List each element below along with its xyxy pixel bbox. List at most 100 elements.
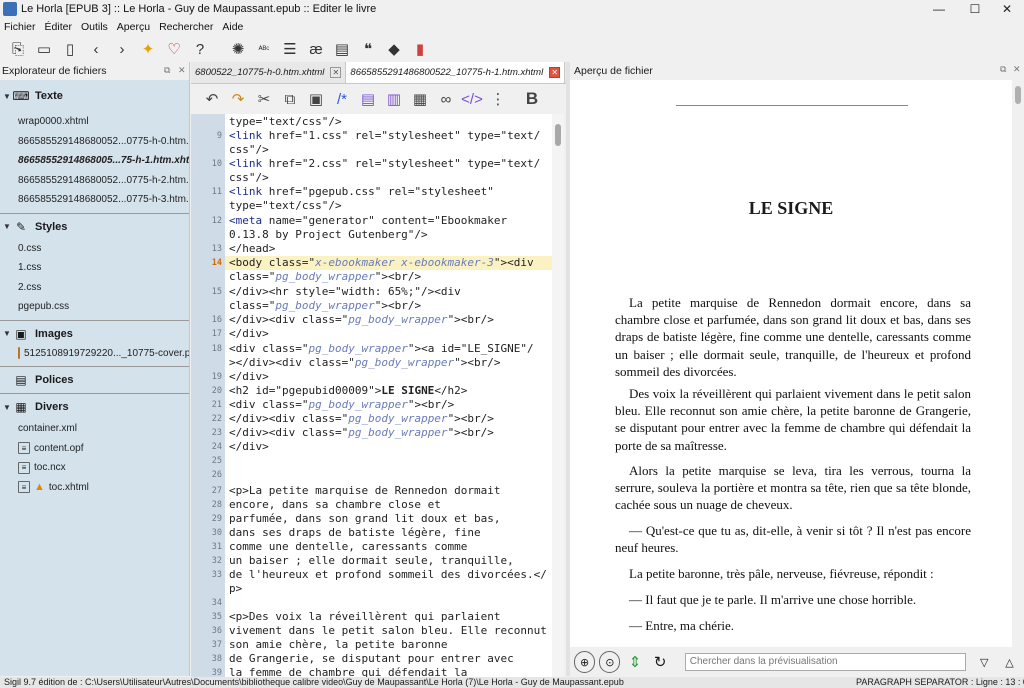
help-icon[interactable]: ? (190, 39, 210, 59)
collapse-icon: ▼ (3, 222, 11, 231)
line-number: 32 (211, 556, 222, 566)
refresh-icon[interactable]: ↻ (650, 651, 671, 673)
menu-editer[interactable]: Éditer (45, 21, 72, 33)
file-item[interactable]: 866585529148680052...0775-h-2.htm.xhtml (0, 171, 189, 191)
code-line: parfumée, dans son grand lit doux et bas… (229, 512, 501, 525)
find-next-icon[interactable]: ▽ (974, 651, 995, 673)
code-line: ></div><div class="pg_body_wrapper"><br/… (229, 356, 501, 369)
code-line: de l'heureux et profond sommeil des divo… (229, 568, 547, 581)
preview-scrollbar[interactable] (1012, 80, 1024, 647)
file-item[interactable]: ≡ toc.ncx (0, 458, 189, 478)
bug-icon[interactable]: ✺ (228, 39, 248, 59)
category-texte[interactable]: ▼ ⌨ Texte (0, 86, 189, 106)
close-panel-icon[interactable]: ✕ (178, 65, 188, 75)
insert-image-icon[interactable]: ▦ (409, 88, 431, 110)
eraser-icon[interactable]: ◆ (384, 39, 404, 59)
file-item[interactable]: pgepub.css (0, 297, 189, 317)
file-item[interactable]: 2.css (0, 278, 189, 298)
file-item[interactable]: ≡ ▲ toc.xhtml (0, 478, 189, 498)
preview-scrollbar-thumb[interactable] (1015, 86, 1021, 104)
open-book-icon[interactable]: ▭ (34, 39, 54, 59)
code-icon[interactable]: </> (461, 88, 483, 110)
doc-icon[interactable]: ▤ (357, 88, 379, 110)
book-icon[interactable]: ▤ (332, 39, 352, 59)
close-tab-icon[interactable]: ✕ (330, 67, 342, 78)
file-item[interactable]: 0.css (0, 239, 189, 259)
more-icon[interactable]: ⋮ (487, 88, 509, 110)
menu-fichier[interactable]: Fichier (4, 21, 36, 33)
line-number: 23 (211, 428, 222, 438)
maximize-button[interactable]: ☐ (958, 0, 992, 18)
preview-paragraph: Des voix la réveillèrent qui parlaient v… (615, 386, 971, 453)
close-window-button[interactable]: ✕ (990, 0, 1024, 18)
line-number: 33 (211, 570, 222, 580)
line-number: 36 (211, 626, 222, 636)
category-divers[interactable]: ▼ ▦ Divers (0, 397, 189, 417)
editor-tab-bar: 6800522_10775-h-0.htm.xhtml ✕ 8665855291… (191, 62, 566, 84)
code-line: <link href="1.css" rel="stylesheet" type… (229, 129, 541, 142)
line-number: 11 (211, 187, 222, 197)
main-toolbar: ⎘ ▭ ▯ ‹ › ✦ ♡ ? ✺ ᴬᴮᶜ ☰ æ ▤ ❝ ◆ ▮ (0, 36, 1024, 62)
file-item[interactable]: 1.css (0, 258, 189, 278)
line-number: 12 (211, 216, 222, 226)
forward-icon[interactable]: › (112, 39, 132, 59)
horizontal-rule (676, 105, 908, 106)
category-images[interactable]: ▼ ▣ Images (0, 324, 189, 344)
paste-icon[interactable]: ▣ (305, 88, 327, 110)
close-tab-icon[interactable]: ✕ (549, 67, 561, 78)
file-item[interactable]: container.xml (0, 419, 189, 439)
regex-icon[interactable]: /* (331, 88, 353, 110)
code-line: p> (229, 582, 243, 595)
window-title: Le Horla [EPUB 3] :: Le Horla - Guy de M… (21, 3, 377, 15)
close-panel-icon[interactable]: ✕ (1013, 64, 1021, 75)
file-item[interactable]: 5125108919729220..._10775-cover.png (0, 344, 189, 364)
editor-scrollbar-thumb[interactable] (555, 124, 561, 146)
menu-outils[interactable]: Outils (81, 21, 108, 33)
undo-icon[interactable]: ↶ (201, 88, 223, 110)
bold-icon[interactable]: B (521, 88, 543, 110)
inspect-icon[interactable]: ⊙ (599, 651, 621, 673)
tab-h0[interactable]: 6800522_10775-h-0.htm.xhtml ✕ (191, 62, 347, 83)
minimize-button[interactable]: — (922, 0, 956, 18)
file-item-active[interactable]: 86658552914868005...75-h-1.htm.xhtml (0, 151, 189, 171)
stats-icon[interactable]: ▮ (410, 39, 430, 59)
quote-icon[interactable]: ❝ (358, 39, 378, 59)
menu-aide[interactable]: Aide (222, 21, 243, 33)
code-editor[interactable]: type="text/css"/> <link href="1.css" rel… (225, 114, 552, 677)
redo-icon[interactable]: ↷ (227, 88, 249, 110)
menu-apercu[interactable]: Aperçu (117, 21, 150, 33)
code-line: </head> (229, 242, 276, 255)
pin-icon[interactable]: ✦ (138, 39, 158, 59)
editor-scrollbar[interactable] (552, 114, 564, 677)
code-line: dans ses draps de batiste légère, fine (229, 526, 481, 539)
new-book-icon[interactable]: ⎘ (8, 39, 28, 59)
preview-paragraph: — Entre, ma chérie. (629, 618, 735, 633)
file-item[interactable]: ≡ content.opf (0, 439, 189, 459)
float-icon[interactable]: ⧉ (1000, 64, 1006, 75)
sync-scroll-icon[interactable]: ⇕ (624, 651, 645, 673)
save-book-icon[interactable]: ▯ (60, 39, 80, 59)
category-polices[interactable]: ▤ Polices (0, 370, 189, 390)
tab-h1[interactable]: 8665855291486800522_10775-h-1.htm.xhtml … (346, 62, 566, 83)
file-item[interactable]: 866585529148680052...0775-h-3.htm.xhtml (0, 190, 189, 210)
category-styles[interactable]: ▼ ✎ Styles (0, 217, 189, 237)
file-item[interactable]: wrap0000.xhtml (0, 112, 189, 132)
cut-icon[interactable]: ✂ (253, 88, 275, 110)
float-icon[interactable]: ⧉ (164, 65, 174, 75)
menu-rechercher[interactable]: Rechercher (159, 21, 213, 33)
heart-icon[interactable]: ♡ (164, 39, 184, 59)
preview-toolbar: ⊕ ⊙ ⇕ ↻ Chercher dans la prévisualisatio… (570, 647, 1024, 677)
back-icon[interactable]: ‹ (86, 39, 106, 59)
file-item[interactable]: 866585529148680052...0775-h-0.htm.xhtml (0, 132, 189, 152)
preview-search-input[interactable]: Chercher dans la prévisualisation (684, 653, 966, 671)
link-icon[interactable]: ∞ (435, 88, 457, 110)
collapse-icon: ▼ (3, 329, 11, 338)
spellcheck-icon[interactable]: ᴬᴮᶜ (254, 39, 274, 59)
find-previous-icon[interactable]: △ (999, 651, 1020, 673)
ligature-icon[interactable]: æ (306, 39, 326, 59)
list-icon[interactable]: ☰ (280, 39, 300, 59)
line-number: 25 (211, 456, 222, 466)
copy-icon[interactable]: ⧉ (279, 88, 301, 110)
doc2-icon[interactable]: ▥ (383, 88, 405, 110)
zoom-reset-icon[interactable]: ⊕ (574, 651, 596, 673)
